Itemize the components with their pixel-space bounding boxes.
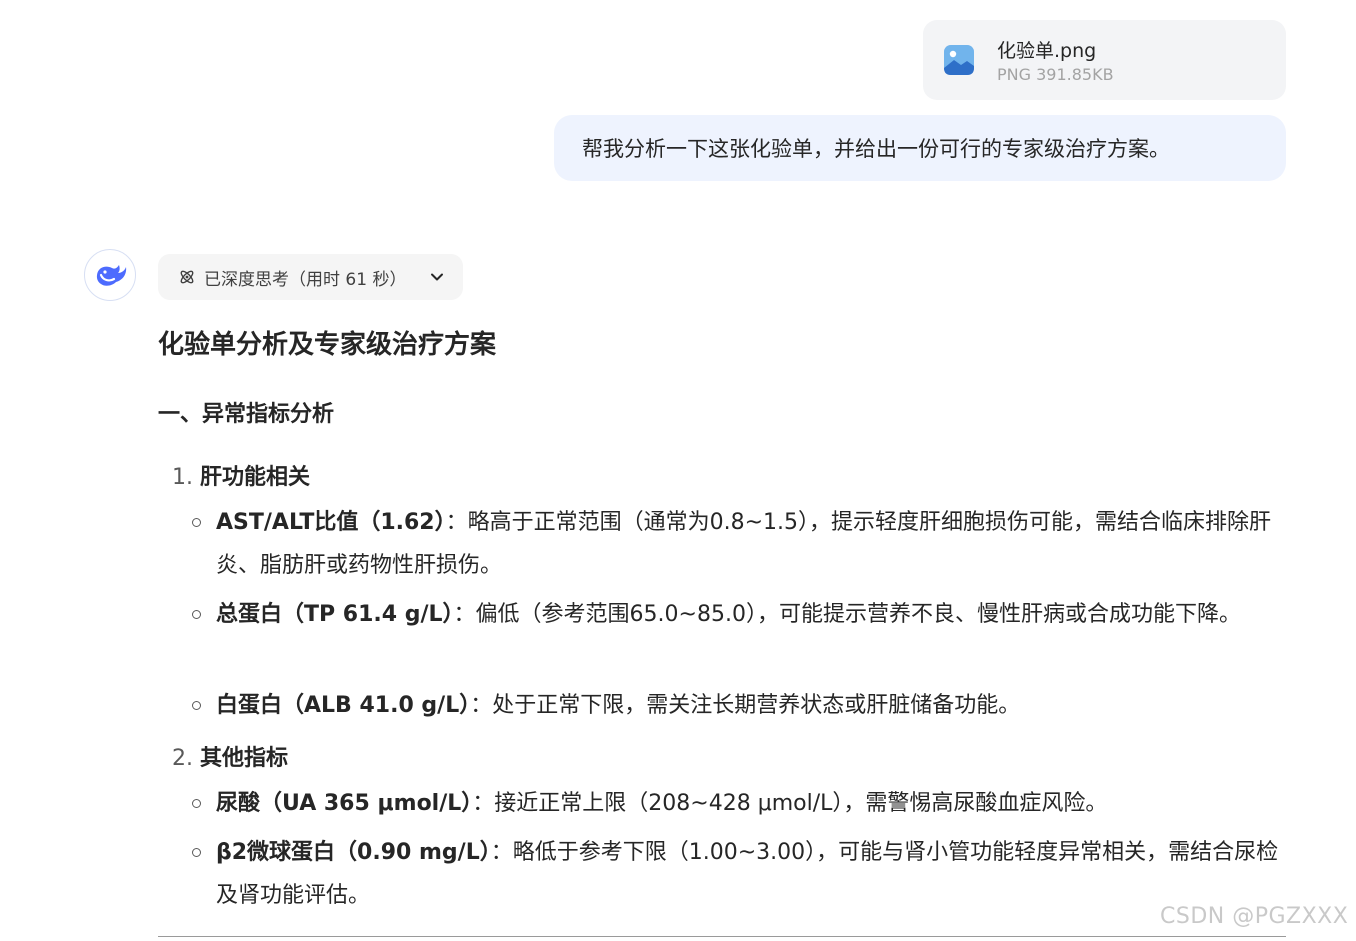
attachment-card[interactable]: 化验单.png PNG 391.85KB: [923, 20, 1286, 100]
bullet-text: ：处于正常下限，需关注长期营养状态或肝脏储备功能。: [470, 693, 1021, 718]
whale-logo-icon: [96, 265, 127, 286]
bullet-bold: 白蛋白（ALB 41.0 g/L）: [216, 693, 471, 718]
bullet-bold: β2微球蛋白（0.90 mg/L）: [216, 840, 491, 865]
user-message-text: 帮我分析一下这张化验单，并给出一份可行的专家级治疗方案。: [582, 137, 1170, 161]
bullet-item: AST/ALT比值（1.62）：略高于正常范围（通常为0.8~1.5），提示轻度…: [192, 501, 1291, 587]
bullet-item: 总蛋白（TP 61.4 g/L）：偏低（参考范围65.0~85.0），可能提示营…: [192, 593, 1291, 636]
attachment-meta: PNG 391.85KB: [997, 65, 1114, 84]
user-message-bubble: 帮我分析一下这张化验单，并给出一份可行的专家级治疗方案。: [554, 115, 1286, 181]
list-number: 2.: [172, 746, 193, 771]
bullet-dot: [192, 799, 201, 808]
assistant-avatar: [84, 249, 136, 301]
list-title: 肝功能相关: [200, 465, 311, 490]
bullet-dot: [192, 848, 201, 857]
image-file-icon: [944, 45, 974, 75]
watermark: CSDN @PGZXXX: [1160, 904, 1349, 929]
bullet-dot: [192, 610, 201, 619]
bullet-bold: 尿酸（UA 365 μmol/L）: [216, 791, 473, 816]
bullet-item: 白蛋白（ALB 41.0 g/L）：处于正常下限，需关注长期营养状态或肝脏储备功…: [192, 684, 1291, 727]
bullet-item: 尿酸（UA 365 μmol/L）：接近正常上限（208~428 μmol/L）…: [192, 782, 1291, 825]
deep-thinking-toggle[interactable]: 已深度思考（用时 61 秒）: [158, 254, 463, 300]
bullet-dot: [192, 701, 201, 710]
bullet-text: ：接近正常上限（208~428 μmol/L），需警惕高尿酸血症风险。: [472, 791, 1108, 816]
bullet-bold: AST/ALT比值（1.62）: [216, 510, 446, 535]
chat-page: 化验单.png PNG 391.85KB 帮我分析一下这张化验单，并给出一份可行…: [0, 0, 1356, 941]
bullet-item: β2微球蛋白（0.90 mg/L）：略低于参考下限（1.00~3.00），可能与…: [192, 831, 1291, 917]
atom-icon: [180, 270, 194, 284]
ordered-list-item: 2. 其他指标: [172, 740, 288, 772]
content-divider: [158, 936, 1286, 937]
bullet-dot: [192, 518, 201, 527]
ordered-list-item: 1. 肝功能相关: [172, 459, 310, 491]
thinking-label: 已深度思考（用时 61 秒）: [204, 269, 407, 290]
list-title: 其他指标: [200, 746, 289, 771]
section-heading: 一、异常指标分析: [158, 402, 335, 427]
list-number: 1.: [172, 465, 193, 490]
answer-title: 化验单分析及专家级治疗方案: [158, 330, 497, 360]
attachment-filename: 化验单.png: [997, 40, 1097, 62]
bullet-bold: 总蛋白（TP 61.4 g/L）: [216, 602, 454, 627]
chevron-down-icon: [431, 273, 443, 281]
bullet-text: ：偏低（参考范围65.0~85.0），可能提示营养不良、慢性肝病或合成功能下降。: [453, 602, 1241, 627]
